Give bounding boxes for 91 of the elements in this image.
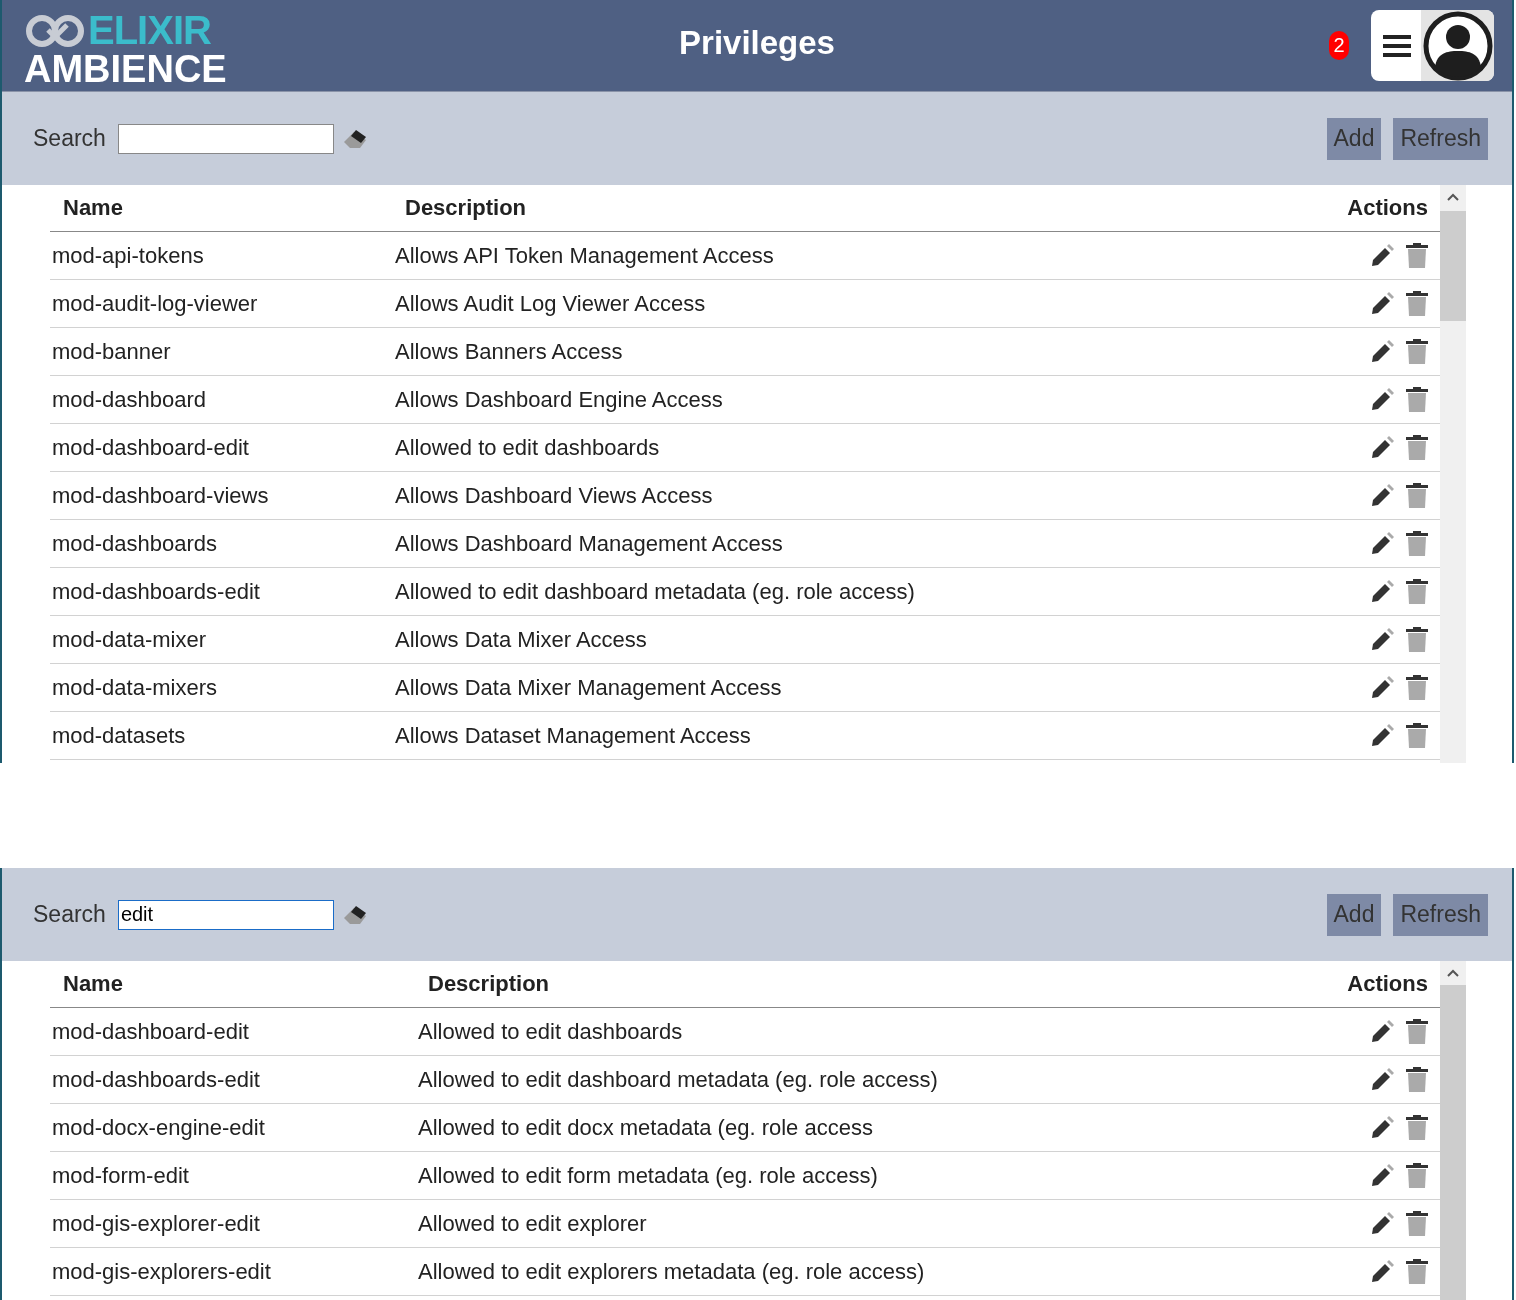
toolbar-button[interactable]: Add (1326, 893, 1382, 936)
table-cell-text: Allows Data Mixer Management Access (395, 674, 783, 701)
table-cell-text: Allows Dashboard Management Access (395, 530, 784, 557)
delete-icon[interactable] (1406, 290, 1428, 317)
column-header: Name (62, 195, 124, 221)
table-cell-text: mod-api-tokens (51, 242, 205, 269)
page-title: Privileges (679, 24, 835, 62)
delete-icon[interactable] (1406, 1258, 1428, 1285)
table-cell-text: Allowed to edit dashboards (418, 1018, 684, 1045)
edit-icon[interactable] (1370, 579, 1394, 604)
table-cell-text: Allows Dashboard Engine Access (395, 386, 724, 413)
edit-icon[interactable] (1370, 1259, 1394, 1284)
delete-icon[interactable] (1406, 434, 1428, 461)
delete-icon[interactable] (1406, 626, 1428, 653)
delete-icon[interactable] (1406, 674, 1428, 701)
delete-icon[interactable] (1406, 1018, 1428, 1045)
edit-icon[interactable] (1370, 339, 1394, 364)
table-cell-text: Allowed to edit explorers metadata (eg. role access) (418, 1258, 926, 1285)
search-label: Search (33, 901, 106, 928)
edit-icon[interactable] (1370, 1115, 1394, 1140)
delete-icon[interactable] (1406, 386, 1428, 413)
edit-icon[interactable] (1370, 723, 1394, 748)
menu-icon[interactable] (1383, 33, 1411, 58)
table-cell-text: mod-audit-log-viewer (51, 290, 259, 317)
table-cell-text: Allowed to edit dashboard metadata (eg. role access) (418, 1066, 939, 1093)
table-cell-text: Allows Dashboard Views Access (395, 482, 714, 509)
column-header: Description (404, 195, 528, 221)
table-cell-text: Allowed to edit dashboard metadata (eg. role access) (395, 578, 916, 605)
table-cell-text: Allows API Token Management Access (395, 242, 775, 269)
column-header: Actions (1346, 195, 1429, 221)
delete-icon[interactable] (1406, 242, 1428, 269)
delete-icon[interactable] (1406, 1114, 1428, 1141)
table-cell-text: Allowed to edit docx metadata (eg. role access (418, 1114, 874, 1141)
table-cell-text: mod-gis-explorers-edit (51, 1258, 272, 1285)
edit-icon[interactable] (1370, 1019, 1394, 1044)
table-cell-text: Allows Banners Access (395, 338, 624, 365)
search-field[interactable] (117, 123, 334, 154)
delete-icon[interactable] (1406, 578, 1428, 605)
table-cell-text: mod-dashboards-edit (51, 578, 261, 605)
column-header: Description (427, 971, 551, 997)
table-cell-text: Allows Data Mixer Access (395, 626, 648, 653)
table-cell-text: Allowed to edit dashboards (395, 434, 661, 461)
table-cell-text: mod-form-edit (51, 1162, 190, 1189)
edit-icon[interactable] (1370, 627, 1394, 652)
table-cell-text: mod-dashboards-edit (51, 1066, 261, 1093)
table-cell-text: mod-gis-explorer-edit (51, 1210, 261, 1237)
edit-icon[interactable] (1370, 483, 1394, 508)
edit-icon[interactable] (1370, 291, 1394, 316)
scrollbar[interactable] (1440, 185, 1466, 763)
user-menu[interactable] (1371, 10, 1494, 81)
avatar-icon[interactable] (1422, 10, 1493, 81)
search-field[interactable]: edit (117, 899, 334, 930)
delete-icon[interactable] (1406, 482, 1428, 509)
delete-icon[interactable] (1406, 530, 1428, 557)
table-cell-text: mod-dashboard-edit (51, 1018, 250, 1045)
table-cell-text: mod-datasets (51, 722, 187, 749)
table-cell-text: Allows Audit Log Viewer Access (395, 290, 707, 317)
table-cell-text: mod-dashboards (51, 530, 219, 557)
edit-icon[interactable] (1370, 387, 1394, 412)
column-header: Name (62, 971, 124, 997)
table-cell-text: Allowed to edit explorer (418, 1210, 648, 1237)
scroll-up-icon[interactable] (1447, 193, 1459, 201)
scroll-up-icon[interactable] (1447, 969, 1459, 977)
search-label: Search (33, 125, 106, 152)
table-cell-text: Allows Dataset Management Access (395, 722, 752, 749)
delete-icon[interactable] (1406, 338, 1428, 365)
table-cell-text: mod-banner (51, 338, 172, 365)
table-cell-text: mod-data-mixers (51, 674, 219, 701)
edit-icon[interactable] (1370, 243, 1394, 268)
edit-icon[interactable] (1370, 1067, 1394, 1092)
table-cell-text: mod-dashboard-edit (51, 434, 250, 461)
table-cell-text: mod-data-mixer (51, 626, 208, 653)
delete-icon[interactable] (1406, 1066, 1428, 1093)
table-cell-text: mod-dashboard (51, 386, 208, 413)
toolbar-button[interactable]: Refresh (1393, 893, 1488, 936)
toolbar-button[interactable]: Add (1326, 117, 1382, 160)
edit-icon[interactable] (1370, 675, 1394, 700)
delete-icon[interactable] (1406, 722, 1428, 749)
scrollbar-thumb[interactable] (1440, 211, 1466, 321)
delete-icon[interactable] (1406, 1162, 1428, 1189)
delete-icon[interactable] (1406, 1210, 1428, 1237)
toolbar-button[interactable]: Refresh (1393, 117, 1488, 160)
column-header: Actions (1346, 971, 1429, 997)
table-cell-text: Allowed to edit form metadata (eg. role access) (418, 1162, 879, 1189)
table-cell-text: mod-dashboard-views (51, 482, 270, 509)
edit-icon[interactable] (1370, 1163, 1394, 1188)
notification-badge[interactable]: 2 (1329, 31, 1349, 60)
edit-icon[interactable] (1370, 435, 1394, 460)
table-cell-text: mod-docx-engine-edit (51, 1114, 266, 1141)
edit-icon[interactable] (1370, 531, 1394, 556)
edit-icon[interactable] (1370, 1211, 1394, 1236)
